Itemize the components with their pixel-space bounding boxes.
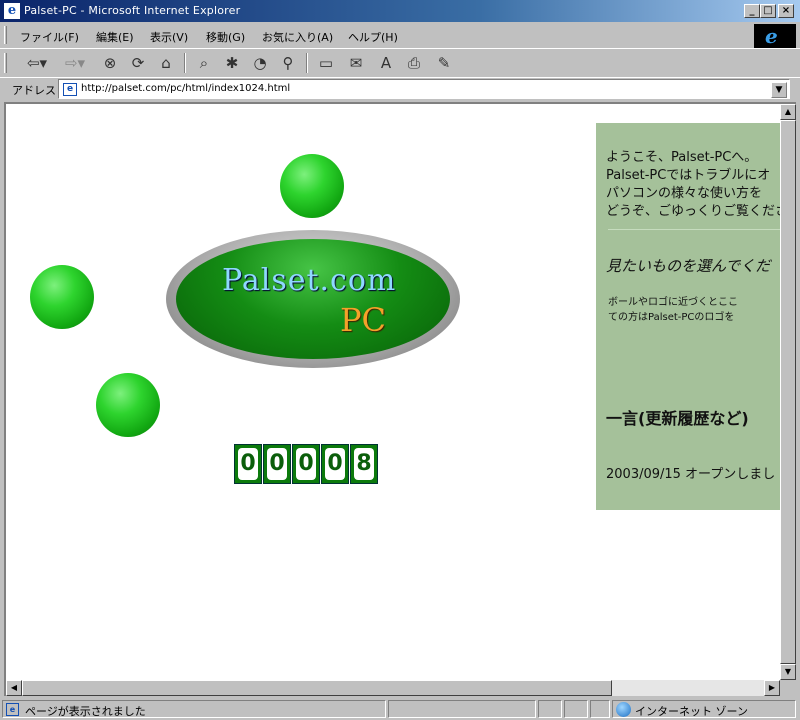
horizontal-scroll-thumb[interactable] xyxy=(22,680,612,696)
browser-viewport: Palset.com PC 0 0 0 0 8 ようこそ、Palset-PCへ。… xyxy=(4,102,796,696)
status-bar: e ページが表示されました インターネット ゾーン xyxy=(0,698,800,720)
maximize-button[interactable]: □ xyxy=(760,4,776,18)
address-url[interactable]: http://palset.com/pc/html/index1024.html xyxy=(81,83,290,94)
history-heading: 一言(更新履歴など) xyxy=(606,409,749,428)
scroll-right-button[interactable]: ▶ xyxy=(764,680,780,696)
fullscreen-icon[interactable]: ▭ xyxy=(314,52,338,74)
ie-throbber-logo: e xyxy=(754,24,796,48)
nav-ball-bottom[interactable] xyxy=(96,373,160,437)
toolbar-separator xyxy=(306,53,308,73)
page-done-icon: e xyxy=(6,703,19,716)
home-icon[interactable]: ⌂ xyxy=(154,52,178,74)
status-panel-empty xyxy=(564,700,588,718)
status-text-panel: e ページが表示されました xyxy=(2,700,386,718)
channels-icon[interactable]: ⚲ xyxy=(276,52,300,74)
close-button[interactable]: × xyxy=(778,4,794,18)
refresh-icon[interactable]: ⟳ xyxy=(126,52,150,74)
globe-icon xyxy=(616,702,631,717)
vertical-scrollbar[interactable]: ▲ ▼ xyxy=(780,104,796,680)
scroll-up-button[interactable]: ▲ xyxy=(780,104,796,120)
scroll-down-button[interactable]: ▼ xyxy=(780,664,796,680)
ie-logo-icon: e xyxy=(765,24,778,48)
nav-ball-top[interactable] xyxy=(280,154,344,218)
welcome-line: Palset-PCではトラブルにオ xyxy=(606,168,771,183)
palset-logo[interactable]: Palset.com PC xyxy=(166,230,460,368)
font-icon[interactable]: A xyxy=(374,52,398,74)
minimize-button[interactable]: _ xyxy=(744,4,760,18)
menu-go[interactable]: 移動(G) xyxy=(206,29,245,45)
status-panel-empty xyxy=(388,700,536,718)
menu-bar: ファイル(F) 編集(E) 表示(V) 移動(G) お気に入り(A) ヘルプ(H… xyxy=(0,24,800,46)
hint-line: ての方はPalset-PCのロゴを xyxy=(608,312,735,323)
counter-digit: 8 xyxy=(350,444,378,484)
choose-heading: 見たいものを選んでくだ xyxy=(606,257,771,275)
toolbar-separator xyxy=(184,53,186,73)
status-panel-empty xyxy=(590,700,610,718)
welcome-line: どうぞ、ごゆっくりご覧くださ xyxy=(606,204,780,219)
menu-favorites[interactable]: お気に入り(A) xyxy=(262,29,333,45)
welcome-line: パソコンの様々な使い方を xyxy=(606,186,763,201)
counter-digit-value: 0 xyxy=(296,448,316,480)
status-panel-empty xyxy=(538,700,562,718)
page-icon: e xyxy=(63,83,77,96)
welcome-line: ようこそ、Palset-PCへ。 xyxy=(606,150,758,165)
history-entry: 2003/09/15 オープンしまし xyxy=(606,467,776,482)
window-title: Palset-PC - Microsoft Internet Explorer xyxy=(24,4,241,17)
search-icon[interactable]: ⌕ xyxy=(192,52,216,74)
menu-grip[interactable] xyxy=(4,26,7,44)
nav-ball-left[interactable] xyxy=(30,265,94,329)
counter-digit-value: 0 xyxy=(238,448,258,480)
hint-text: ボールやロゴに近づくとここ ての方はPalset-PCのロゴを xyxy=(608,295,738,325)
stop-icon[interactable]: ⊗ xyxy=(98,52,122,74)
palset-logo-inner: Palset.com PC xyxy=(176,239,450,359)
address-bar: アドレス e http://palset.com/pc/html/index10… xyxy=(0,77,800,100)
address-input[interactable]: e http://palset.com/pc/html/index1024.ht… xyxy=(58,79,790,99)
ie-page-icon[interactable]: e xyxy=(4,3,20,19)
welcome-message: ようこそ、Palset-PCへ。 Palset-PCではトラブルにオ パソコンの… xyxy=(606,149,780,221)
access-counter: 0 0 0 0 8 xyxy=(234,444,378,484)
menu-file[interactable]: ファイル(F) xyxy=(20,29,79,45)
mail-icon[interactable]: ✉ xyxy=(344,52,368,74)
vertical-scroll-thumb[interactable] xyxy=(780,120,796,664)
security-zone-text: インターネット ゾーン xyxy=(635,705,748,718)
menu-edit[interactable]: 編集(E) xyxy=(96,29,134,45)
print-icon[interactable]: ⎙ xyxy=(402,52,426,74)
standard-toolbar: ⇦▾ ⇨▾ ⊗ ⟳ ⌂ ⌕ ✱ ◔ ⚲ ▭ ✉ A ⎙ ✎ xyxy=(0,48,800,76)
scrollbar-corner xyxy=(780,680,796,696)
counter-digit: 0 xyxy=(321,444,349,484)
counter-digit: 0 xyxy=(263,444,291,484)
counter-digit: 0 xyxy=(292,444,320,484)
menu-view[interactable]: 表示(V) xyxy=(150,29,188,45)
status-text: ページが表示されました xyxy=(25,705,146,718)
address-dropdown-button[interactable]: ▼ xyxy=(771,82,787,98)
logo-text-site: Palset.com xyxy=(222,263,397,298)
logo-text-pc: PC xyxy=(340,301,387,339)
counter-digit-value: 0 xyxy=(267,448,287,480)
counter-digit-value: 8 xyxy=(354,448,374,480)
counter-digit: 0 xyxy=(234,444,262,484)
back-icon[interactable]: ⇦▾ xyxy=(22,52,52,74)
horizontal-scrollbar[interactable]: ◀ ▶ xyxy=(6,680,780,696)
hint-line: ボールやロゴに近づくとここ xyxy=(608,297,738,308)
title-bar[interactable]: e Palset-PC - Microsoft Internet Explore… xyxy=(0,0,800,22)
toolbar-grip[interactable] xyxy=(4,53,7,73)
favorites-icon[interactable]: ✱ xyxy=(220,52,244,74)
counter-digit-value: 0 xyxy=(325,448,345,480)
address-label: アドレス xyxy=(12,84,56,97)
side-panel: ようこそ、Palset-PCへ。 Palset-PCではトラブルにオ パソコンの… xyxy=(596,123,780,510)
forward-icon[interactable]: ⇨▾ xyxy=(60,52,90,74)
divider xyxy=(608,229,780,230)
menu-help[interactable]: ヘルプ(H) xyxy=(348,29,398,45)
scroll-left-button[interactable]: ◀ xyxy=(6,680,22,696)
edit-icon[interactable]: ✎ xyxy=(432,52,456,74)
history-icon[interactable]: ◔ xyxy=(248,52,272,74)
security-zone-panel[interactable]: インターネット ゾーン xyxy=(612,700,796,718)
page-content: Palset.com PC 0 0 0 0 8 ようこそ、Palset-PCへ。… xyxy=(6,104,780,680)
